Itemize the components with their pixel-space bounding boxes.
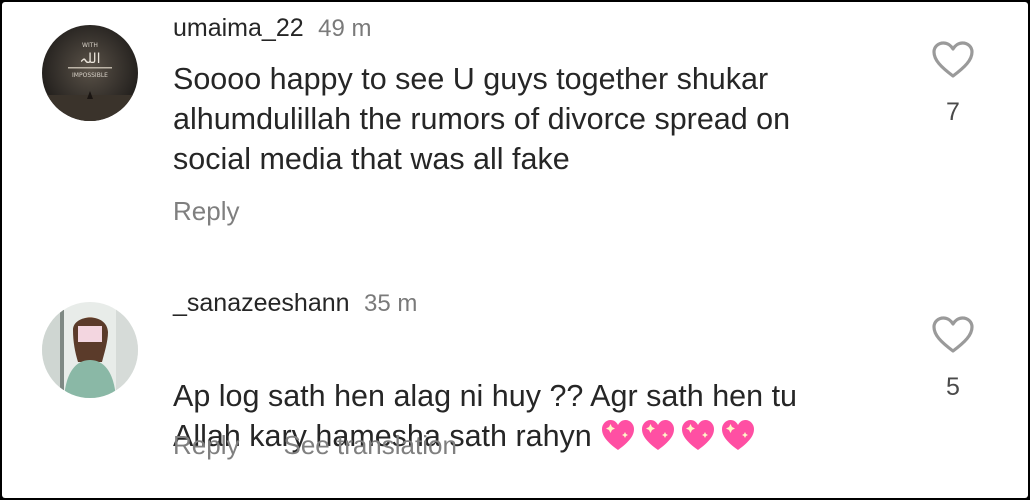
comment-meta: umaima_22 49 m [173, 14, 371, 43]
avatar-image [42, 302, 138, 398]
heart-icon[interactable] [931, 40, 975, 80]
comment-timestamp: 35 m [364, 290, 418, 317]
like-control: 7 [930, 40, 976, 127]
comment-meta: _sanazeeshann 35 m [173, 289, 417, 318]
like-count: 5 [946, 373, 960, 401]
like-count: 7 [946, 98, 960, 126]
avatar[interactable] [42, 302, 138, 398]
sparkling-heart-icon [601, 420, 634, 450]
like-control: 5 [930, 315, 976, 402]
screen-frame: WITH اللہ IMPOSSIBLE umaima_22 49 m Sooo… [0, 0, 1030, 500]
comment-username[interactable]: umaima_22 [173, 14, 304, 42]
comment-username[interactable]: _sanazeeshann [173, 289, 350, 317]
emoji-group [600, 418, 760, 462]
comment-item: WITH اللہ IMPOSSIBLE umaima_22 49 m Sooo… [2, 2, 1028, 252]
sparkling-heart-icon [641, 420, 674, 450]
avatar-top-text: WITH [82, 42, 98, 49]
comments-panel: WITH اللہ IMPOSSIBLE umaima_22 49 m Sooo… [2, 2, 1028, 498]
comment-item: _sanazeeshann 35 m Ap log sath hen alag … [2, 252, 1028, 498]
avatar-image: WITH اللہ IMPOSSIBLE [42, 25, 138, 121]
comment-actions: Reply [173, 196, 239, 227]
avatar-bottom-text: IMPOSSIBLE [72, 72, 108, 79]
comment-timestamp: 49 m [318, 15, 372, 42]
sparkling-heart-icon [681, 420, 714, 450]
comment-text: Soooo happy to see U guys together shuka… [173, 62, 791, 176]
sparkling-heart-icon [721, 420, 754, 450]
reply-button[interactable]: Reply [173, 430, 239, 460]
see-translation-button[interactable]: See translation [283, 430, 456, 460]
avatar[interactable]: WITH اللہ IMPOSSIBLE [42, 25, 138, 121]
comment-actions: Reply See translation [173, 430, 457, 461]
avatar-arabic-text: اللہ [80, 51, 101, 67]
heart-icon[interactable] [931, 315, 975, 355]
reply-button[interactable]: Reply [173, 196, 239, 226]
